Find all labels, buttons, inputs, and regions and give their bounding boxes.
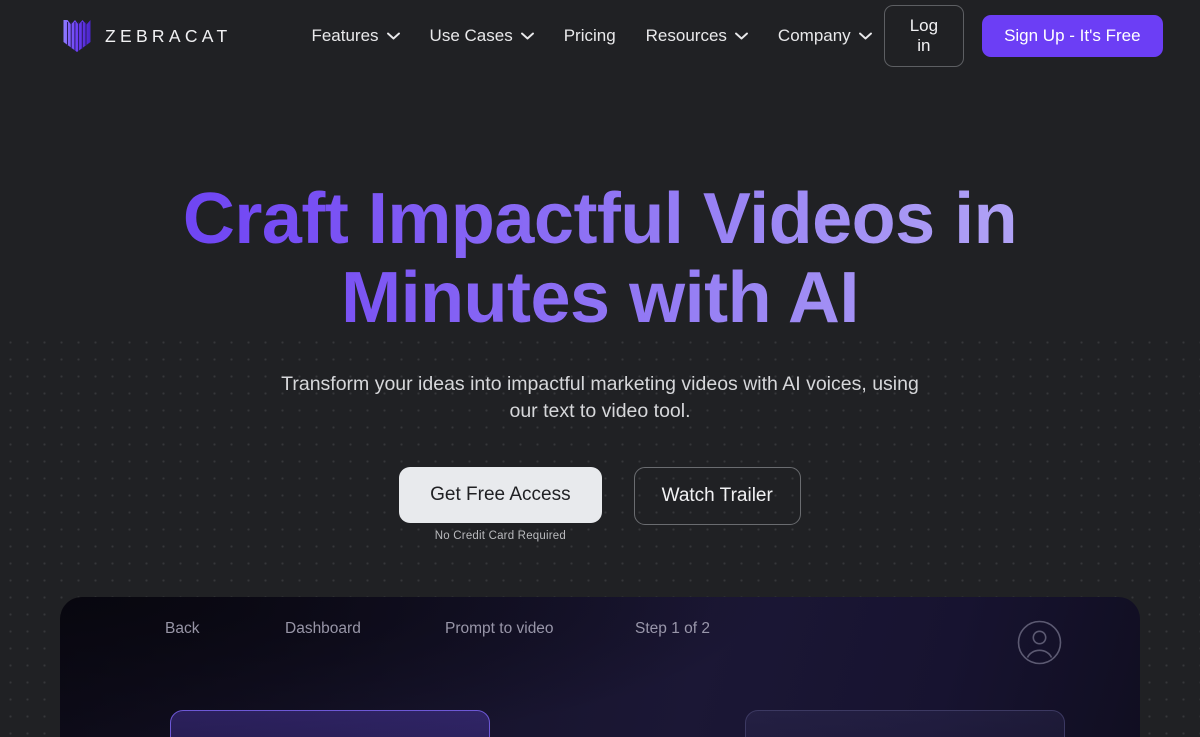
primary-cta-group: Get Free Access No Credit Card Required bbox=[399, 467, 602, 542]
page-title: Craft Impactful Videos in Minutes with A… bbox=[0, 180, 1200, 338]
nav-item-pricing[interactable]: Pricing bbox=[552, 18, 628, 54]
nav-item-label: Features bbox=[311, 26, 379, 45]
nav-item-label: Pricing bbox=[563, 26, 616, 45]
user-avatar-icon[interactable] bbox=[1017, 620, 1062, 665]
nav-item-label: Resources bbox=[645, 26, 727, 45]
auth-actions: Log in Sign Up - It's Free bbox=[883, 5, 1163, 67]
nav-item-resources[interactable]: Resources bbox=[634, 18, 760, 54]
nav-item-label: Use Cases bbox=[429, 26, 513, 45]
preview-prompt-link[interactable]: Prompt to video bbox=[445, 620, 554, 638]
landing-page: ZEBRACAT Features Use Cases Pricing Reso… bbox=[0, 0, 1200, 737]
preview-dashboard-link[interactable]: Dashboard bbox=[285, 620, 361, 638]
preview-step-indicator: Step 1 of 2 bbox=[635, 620, 710, 637]
watch-trailer-button[interactable]: Watch Trailer bbox=[633, 467, 801, 525]
chevron-down-icon bbox=[858, 32, 872, 40]
signup-button[interactable]: Sign Up - It's Free bbox=[982, 15, 1163, 57]
hero-section: Craft Impactful Videos in Minutes with A… bbox=[0, 0, 1200, 543]
main-nav: Features Use Cases Pricing Resources Com… bbox=[299, 18, 883, 54]
no-credit-card-note: No Credit Card Required bbox=[434, 530, 566, 542]
chevron-down-icon bbox=[520, 32, 534, 40]
nav-item-use-cases[interactable]: Use Cases bbox=[418, 18, 546, 54]
brand-logo[interactable]: ZEBRACAT bbox=[62, 19, 231, 53]
app-preview-panel: Back Dashboard Prompt to video Step 1 of… bbox=[60, 597, 1140, 737]
preview-back-link[interactable]: Back bbox=[165, 620, 199, 638]
site-header: ZEBRACAT Features Use Cases Pricing Reso… bbox=[0, 0, 1200, 72]
hero-subtitle: Transform your ideas into impactful mark… bbox=[281, 373, 919, 422]
preview-topbar: Back Dashboard Prompt to video Step 1 of… bbox=[60, 614, 1140, 665]
chevron-down-icon bbox=[734, 32, 748, 40]
zebracat-logo-icon bbox=[62, 19, 92, 53]
login-button[interactable]: Log in bbox=[883, 5, 965, 67]
draft-card[interactable]: You have a draft click to add bbox=[170, 710, 490, 737]
search-card[interactable] bbox=[745, 710, 1065, 737]
hero-cta-row: Get Free Access No Credit Card Required … bbox=[0, 467, 1200, 542]
chevron-down-icon bbox=[386, 32, 400, 40]
nav-item-label: Company bbox=[777, 26, 851, 45]
get-free-access-button[interactable]: Get Free Access bbox=[399, 467, 602, 523]
nav-item-company[interactable]: Company bbox=[766, 18, 884, 54]
nav-item-features[interactable]: Features bbox=[299, 18, 411, 54]
brand-name: ZEBRACAT bbox=[105, 25, 232, 46]
